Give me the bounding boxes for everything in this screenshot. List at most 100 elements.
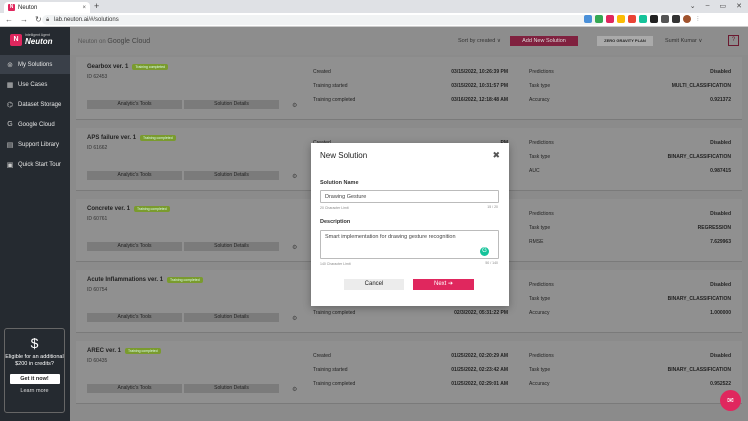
- menu-dots-icon[interactable]: ⋮: [694, 15, 702, 23]
- solution-card[interactable]: Gearbox ver. 1 Training completed ID 62453…: [76, 57, 742, 120]
- solution-details-button[interactable]: Solution Details: [184, 313, 279, 322]
- add-new-solution-button[interactable]: Add New Solution: [510, 36, 578, 46]
- solution-name: APS failure ver. 1: [87, 135, 137, 141]
- metric-row: Predictions Disabled: [529, 282, 731, 296]
- solution-details-button[interactable]: Solution Details: [184, 384, 279, 393]
- minimize-button[interactable]: –: [706, 2, 710, 10]
- tab-search-icon[interactable]: ⌄: [690, 2, 696, 10]
- back-icon[interactable]: ←: [5, 15, 13, 24]
- metric-value: Disabled: [710, 282, 731, 288]
- description-char-count: 50 / 140: [485, 261, 498, 265]
- neuton-logo-icon: N: [10, 33, 22, 46]
- analytics-tools-button[interactable]: Analytic's Tools: [87, 100, 182, 109]
- date-row: Training started 01/25/2022, 02:23:42 AM: [313, 367, 508, 381]
- description-label: Description: [320, 219, 351, 225]
- metric-value: MULTI_CLASSIFICATION: [671, 83, 731, 89]
- extension-icon[interactable]: [606, 15, 614, 23]
- metric-row: Predictions Disabled: [529, 140, 731, 154]
- sidebar-item-support-library[interactable]: ▤ Support Library: [0, 135, 70, 154]
- solution-details-button[interactable]: Solution Details: [184, 100, 279, 109]
- extension-icon[interactable]: [595, 15, 603, 23]
- user-menu[interactable]: Sumit Kumar ∨: [665, 38, 702, 44]
- metric-value: REGRESSION: [697, 225, 731, 231]
- solution-title: APS failure ver. 1 Training completed: [87, 135, 176, 141]
- solution-name: Acute Inflammations ver. 1: [87, 277, 164, 283]
- metric-value: BINARY_CLASSIFICATION: [667, 154, 731, 160]
- extension-icon[interactable]: [650, 15, 658, 23]
- profile-avatar[interactable]: [683, 15, 691, 23]
- browser-tab[interactable]: N Neuton ×: [4, 2, 90, 13]
- sidebar-icon[interactable]: [672, 15, 680, 23]
- reload-icon[interactable]: ↻: [35, 15, 42, 24]
- description-limit-hint: 140 Character Limit: [320, 262, 351, 266]
- settings-gear-icon[interactable]: ⚙: [292, 244, 297, 251]
- sidebar-item-google-cloud[interactable]: G Google Cloud: [0, 115, 70, 134]
- solution-name-label: Solution Name: [320, 180, 359, 186]
- close-window-button[interactable]: ✕: [736, 2, 742, 10]
- extension-icon[interactable]: [617, 15, 625, 23]
- metric-row: Task type MULTI_CLASSIFICATION: [529, 83, 731, 97]
- analytics-tools-button[interactable]: Analytic's Tools: [87, 242, 182, 251]
- settings-gear-icon[interactable]: ⚙: [292, 173, 297, 180]
- metric-key: Predictions: [529, 211, 554, 217]
- metric-row: Task type BINARY_CLASSIFICATION: [529, 296, 731, 310]
- solution-id: ID 60761: [87, 216, 108, 222]
- grammarly-extension-icon[interactable]: [639, 15, 647, 23]
- solution-name: Concrete ver. 1: [87, 206, 131, 212]
- solution-name-input[interactable]: Drawing Gesture: [320, 190, 499, 203]
- cancel-button[interactable]: Cancel: [344, 279, 404, 290]
- chat-icon[interactable]: ✉: [720, 390, 741, 411]
- sidebar-item-quick-start-tour[interactable]: ▣ Quick Start Tour: [0, 155, 70, 174]
- description-textarea[interactable]: Smart implementation for drawing gesture…: [320, 230, 499, 259]
- help-button[interactable]: ?: [728, 35, 739, 46]
- status-badge: Training completed: [134, 206, 170, 212]
- analytics-tools-button[interactable]: Analytic's Tools: [87, 171, 182, 180]
- puzzle-icon[interactable]: [661, 15, 669, 23]
- window-controls: ⌄ – ▭ ✕: [690, 2, 742, 10]
- modal-title: New Solution: [320, 151, 368, 160]
- solution-name: Gearbox ver. 1: [87, 64, 129, 70]
- date-row: Training started 03/15/2022, 10:31:57 PM: [313, 83, 508, 97]
- date-row: Training completed 01/25/2022, 02:29:01 A…: [313, 381, 508, 395]
- credits-promo: $ Eligible for an additional $200 in cre…: [4, 328, 65, 413]
- settings-gear-icon[interactable]: ⚙: [292, 315, 297, 322]
- learn-more-link[interactable]: Learn more: [5, 388, 64, 394]
- extension-icon[interactable]: [584, 15, 592, 23]
- address-bar[interactable]: 🔒︎ lab.neuton.ai/#/solutions: [42, 15, 602, 25]
- sidebar-item-my-solutions[interactable]: ⊚ My Solutions: [0, 55, 70, 74]
- sort-dropdown[interactable]: Sort by created ∨: [458, 38, 501, 44]
- solution-details-button[interactable]: Solution Details: [184, 171, 279, 180]
- sidebar-item-use-cases[interactable]: ▦ Use Cases: [0, 75, 70, 94]
- extension-icons: ⋮: [584, 15, 702, 23]
- metric-key: Predictions: [529, 282, 554, 288]
- close-icon[interactable]: ✖: [492, 150, 500, 161]
- browser-tab-strip: N Neuton × + ⌄ – ▭ ✕: [0, 0, 748, 13]
- solution-details-button[interactable]: Solution Details: [184, 242, 279, 251]
- logo-name: Neuton: [25, 37, 53, 46]
- metrics-column: Predictions Disabled Task type REGRESSION RM…: [529, 211, 731, 253]
- settings-gear-icon[interactable]: ⚙: [292, 386, 297, 393]
- solution-card[interactable]: AREC ver. 1 Training completed ID 60435 Ana…: [76, 341, 742, 404]
- forward-icon[interactable]: →: [20, 15, 28, 24]
- maximize-button[interactable]: ▭: [720, 2, 727, 10]
- analytics-tools-button[interactable]: Analytic's Tools: [87, 384, 182, 393]
- sidebar-item-label: Support Library: [18, 141, 60, 148]
- tab-close-icon[interactable]: ×: [82, 5, 86, 11]
- status-badge: Training completed: [140, 135, 176, 141]
- metric-key: Predictions: [529, 140, 554, 146]
- get-it-now-button[interactable]: Get it now!: [9, 374, 60, 384]
- settings-gear-icon[interactable]: ⚙: [292, 102, 297, 109]
- app-logo[interactable]: N Intelligent Agent Neuton: [10, 33, 53, 46]
- grammarly-icon[interactable]: G: [480, 247, 489, 256]
- new-tab-button[interactable]: +: [94, 2, 99, 11]
- metric-row: Accuracy 0.921372: [529, 97, 731, 111]
- dataset-icon: ⌬: [6, 101, 14, 109]
- plan-button[interactable]: ZERO GRAVITY PLAN: [597, 36, 653, 46]
- solution-title: AREC ver. 1 Training completed: [87, 348, 161, 354]
- metric-row: Task type REGRESSION: [529, 225, 731, 239]
- sidebar-item-dataset-storage[interactable]: ⌬ Dataset Storage: [0, 95, 70, 114]
- next-button[interactable]: Next ➔: [413, 279, 474, 290]
- extension-icon[interactable]: [628, 15, 636, 23]
- analytics-tools-button[interactable]: Analytic's Tools: [87, 313, 182, 322]
- metric-row: Task type BINARY_CLASSIFICATION: [529, 367, 731, 381]
